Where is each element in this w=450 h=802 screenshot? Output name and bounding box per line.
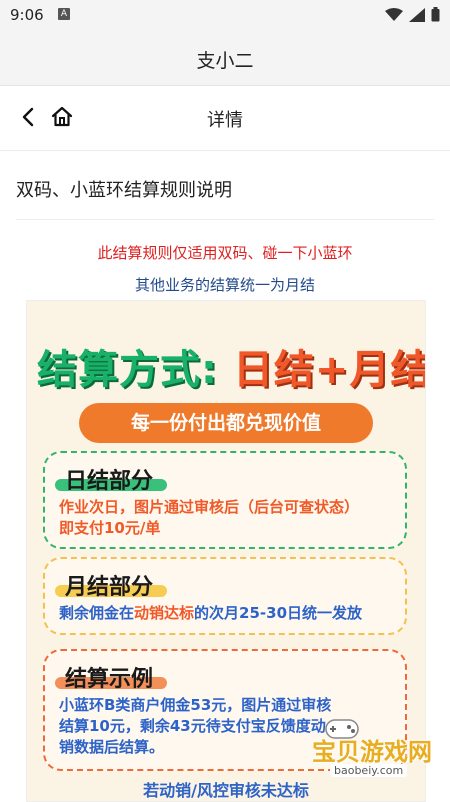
status-icons — [385, 7, 440, 22]
article-title: 双码、小蓝环结算规则说明 — [16, 180, 232, 201]
watermark-logo: 宝贝游戏网 baobeiy.com — [282, 719, 446, 782]
watermark-text: 宝贝游戏网 — [312, 738, 432, 766]
watermark-url: baobeiy.com — [330, 764, 408, 777]
signal-icon — [409, 7, 425, 22]
daily-line1: 作业次日，图片通过审核后（后台可查状态） — [59, 498, 360, 516]
example-line3: 销数据后结算。 — [59, 738, 165, 756]
monthly-heading: 月结部分 — [65, 575, 154, 600]
daily-settlement-card: 日结部分 作业次日，图片通过审核后（后台可查状态） 即支付10元/单 — [43, 451, 407, 549]
divider — [16, 219, 434, 220]
daily-heading: 日结部分 — [65, 469, 154, 494]
headline-part1: 结算方式: — [37, 347, 218, 393]
monthly-text-b: 动销达标 — [134, 604, 195, 622]
battery-icon — [431, 7, 440, 22]
monthly-text-c: 的次月 — [194, 604, 240, 622]
poster-headline: 结算方式: 日结+月结 — [37, 337, 426, 395]
monthly-text-a: 剩余佣金在 — [59, 604, 135, 622]
page-title: 详情 — [207, 110, 243, 131]
app-header: 支小二 — [0, 30, 450, 86]
notification-badge-icon: A — [58, 8, 70, 20]
notice-blue: 其他业务的结算统一为月结 — [134, 276, 315, 294]
example-heading: 结算示例 — [65, 667, 154, 692]
nav-bar: 详情 — [0, 86, 450, 151]
app-title: 支小二 — [196, 50, 254, 72]
notice-red: 此结算规则仅适用双码、碰一下小蓝环 — [97, 244, 353, 262]
settlement-poster-image: 结算方式: 日结+月结 每一份付出都兑现价值 日结部分 作业次日，图片通过审核后… — [26, 300, 426, 802]
monthly-settlement-card: 月结部分 剩余佣金在动销达标的次月25-30日统一发放 — [43, 557, 407, 635]
monthly-text: 剩余佣金在动销达标的次月25-30日统一发放 — [59, 603, 362, 624]
status-bar: 9:06 A — [0, 0, 450, 30]
daily-line2: 即支付10元/单 — [59, 519, 161, 537]
monthly-text-d: 25-30日统一发放 — [239, 604, 363, 622]
example-line1: 小蓝环B类商户佣金53元，图片通过审核 — [59, 696, 332, 714]
wifi-icon — [385, 7, 403, 21]
poster-slogan: 每一份付出都兑现价值 — [79, 403, 373, 443]
status-time: 9:06 — [10, 6, 44, 24]
headline-part2: 日结+月结 — [232, 347, 426, 393]
